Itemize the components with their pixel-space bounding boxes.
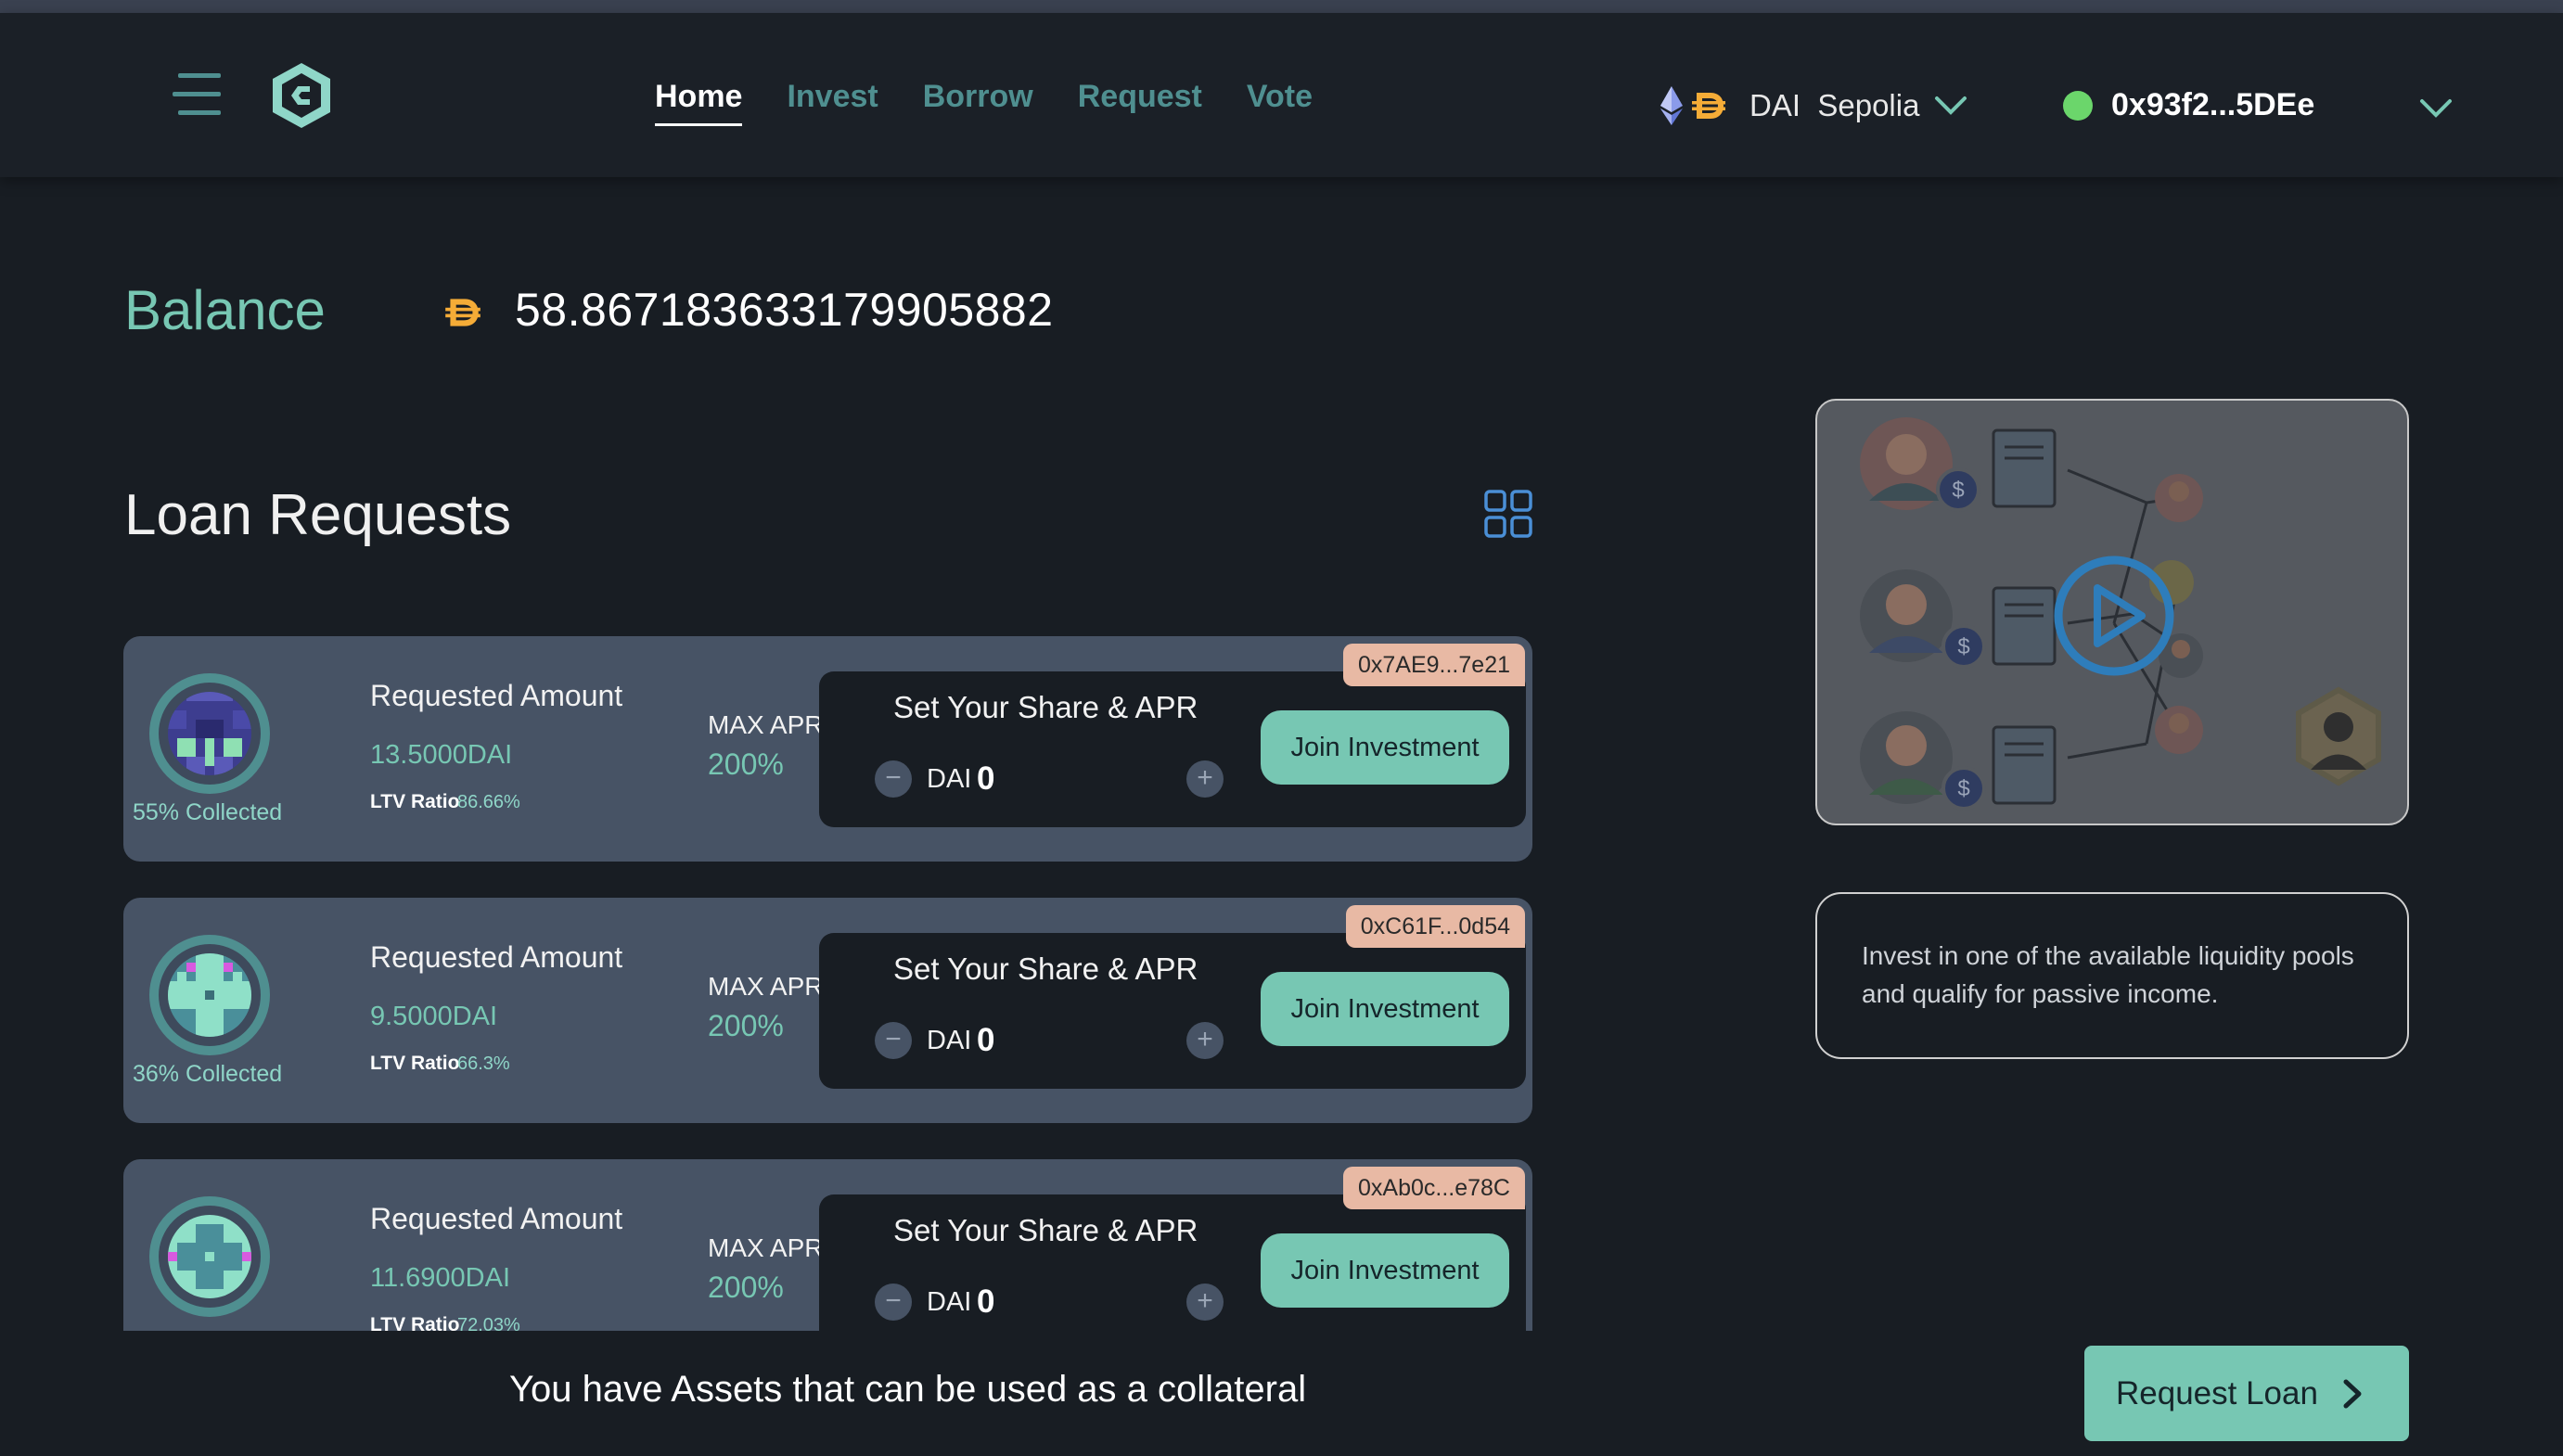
share-amount[interactable]: 0 xyxy=(977,1022,994,1059)
increase-share-button[interactable]: + xyxy=(1186,1284,1224,1321)
svg-text:$: $ xyxy=(1957,634,1969,659)
borrower-address-tag: 0x7AE9...7e21 xyxy=(1342,644,1525,686)
max-apr-value: 200% xyxy=(708,1271,784,1304)
share-amount[interactable]: 0 xyxy=(977,760,994,798)
requested-amount-label: Requested Amount xyxy=(370,1202,623,1235)
share-currency: DAI xyxy=(927,1287,972,1317)
svg-text:$: $ xyxy=(1952,478,1964,503)
request-loan-label: Request Loan xyxy=(2116,1374,2318,1411)
borrower-avatar xyxy=(149,1196,270,1317)
info-card: Invest in one of the available liquidity… xyxy=(1815,892,2409,1059)
loan-request-card: 55% Collected Requested Amount 13.5000DA… xyxy=(123,636,1532,862)
max-apr-label: MAX APR xyxy=(708,710,819,739)
share-currency: DAI xyxy=(927,764,972,794)
decrease-share-button[interactable]: − xyxy=(875,1284,912,1321)
nav-vote[interactable]: Vote xyxy=(1247,70,1313,126)
network-label: DAI Sepolia xyxy=(1749,88,1920,122)
ethereum-icon xyxy=(1660,86,1683,125)
max-apr-label: MAX APR xyxy=(708,1233,819,1262)
share-currency: DAI xyxy=(927,1026,972,1055)
chevron-down-icon[interactable] xyxy=(2419,98,2453,119)
ltv-ratio-label: LTV Ratio xyxy=(370,1314,460,1331)
borrower-address-tag: 0xC61F...0d54 xyxy=(1345,905,1525,948)
loan-request-card: 36% Collected Requested Amount 9.5000DAI… xyxy=(123,898,1532,1123)
max-apr-value: 200% xyxy=(708,1009,784,1042)
collateral-notice: You have Assets that can be used as a co… xyxy=(509,1369,1307,1410)
dai-icon xyxy=(445,299,481,326)
share-apr-title: Set Your Share & APR xyxy=(893,952,1198,986)
svg-text:$: $ xyxy=(1957,776,1969,801)
increase-share-button[interactable]: + xyxy=(1186,1022,1224,1059)
nav-request[interactable]: Request xyxy=(1078,70,1202,126)
requested-amount-label: Requested Amount xyxy=(370,940,623,974)
join-investment-button[interactable]: Join Investment xyxy=(1261,710,1509,785)
join-investment-button[interactable]: Join Investment xyxy=(1261,1233,1509,1308)
balance-title: Balance xyxy=(124,279,326,341)
ltv-ratio-value: 86.66% xyxy=(457,792,520,812)
decrease-share-button[interactable]: − xyxy=(875,760,912,798)
connection-status-dot xyxy=(2063,90,2093,121)
promo-video-thumbnail[interactable]: $ $ $ xyxy=(1815,399,2409,825)
share-apr-panel: Set Your Share & APR − DAI 0 + Join Inve… xyxy=(819,671,1526,827)
requested-amount-value: 13.5000DAI xyxy=(370,740,513,770)
app-logo-icon[interactable] xyxy=(269,60,334,131)
request-loan-button[interactable]: Request Loan xyxy=(2084,1346,2409,1441)
lending-network-illustration: $ $ $ xyxy=(1860,417,2381,811)
join-investment-button[interactable]: Join Investment xyxy=(1261,972,1509,1046)
nav-borrow[interactable]: Borrow xyxy=(923,70,1033,126)
requested-amount-value: 11.6900DAI xyxy=(370,1263,511,1293)
hamburger-icon[interactable] xyxy=(173,73,221,116)
borrower-avatar xyxy=(149,935,270,1055)
window-top-strip xyxy=(0,0,2563,13)
loan-request-list[interactable]: 55% Collected Requested Amount 13.5000DA… xyxy=(121,631,1535,1331)
nav-home[interactable]: Home xyxy=(655,70,743,126)
loan-requests-title: Loan Requests xyxy=(124,483,512,547)
balance-value: 58.867183633179905882 xyxy=(515,284,1054,336)
chevron-down-icon xyxy=(1935,96,1967,115)
max-apr-label: MAX APR xyxy=(708,972,819,1001)
ltv-ratio-value: 66.3% xyxy=(457,1054,510,1074)
identicon-avatar xyxy=(168,1215,251,1298)
share-apr-panel: Set Your Share & APR − DAI 0 + Join Inve… xyxy=(819,1194,1526,1331)
ltv-ratio-label: LTV Ratio xyxy=(370,791,460,812)
info-text: Invest in one of the available liquidity… xyxy=(1862,941,2354,1008)
identicon-avatar xyxy=(168,953,251,1037)
chevron-right-icon xyxy=(2343,1379,2362,1408)
ltv-ratio-label: LTV Ratio xyxy=(370,1053,460,1074)
share-apr-panel: Set Your Share & APR − DAI 0 + Join Inve… xyxy=(819,933,1526,1089)
dai-icon xyxy=(1692,93,1725,119)
borrower-avatar xyxy=(149,673,270,794)
grid-view-icon[interactable] xyxy=(1484,490,1532,538)
top-navbar: Home Invest Borrow Request Vote DAI Sepo… xyxy=(0,13,2563,177)
loan-request-card: Requested Amount 11.6900DAI LTV Ratio 72… xyxy=(123,1159,1532,1331)
increase-share-button[interactable]: + xyxy=(1186,760,1224,798)
requested-amount-value: 9.5000DAI xyxy=(370,1002,498,1031)
wallet-address: 0x93f2...5DEe xyxy=(2111,87,2315,122)
share-apr-title: Set Your Share & APR xyxy=(893,1213,1198,1247)
requested-amount-label: Requested Amount xyxy=(370,679,623,712)
main-nav: Home Invest Borrow Request Vote xyxy=(655,70,1313,126)
collected-percent: 36% Collected xyxy=(133,1061,283,1087)
share-amount[interactable]: 0 xyxy=(977,1284,994,1321)
share-apr-title: Set Your Share & APR xyxy=(893,690,1198,724)
max-apr-value: 200% xyxy=(708,747,784,781)
network-selector[interactable]: DAI Sepolia xyxy=(1659,78,1967,134)
ltv-ratio-value: 72.03% xyxy=(457,1315,520,1331)
nav-invest[interactable]: Invest xyxy=(787,70,878,126)
identicon-avatar xyxy=(168,692,251,775)
decrease-share-button[interactable]: − xyxy=(875,1022,912,1059)
borrower-address-tag: 0xAb0c...e78C xyxy=(1343,1167,1525,1209)
wallet-button[interactable]: 0x93f2...5DEe xyxy=(2063,87,2314,123)
collected-percent: 55% Collected xyxy=(133,799,283,825)
